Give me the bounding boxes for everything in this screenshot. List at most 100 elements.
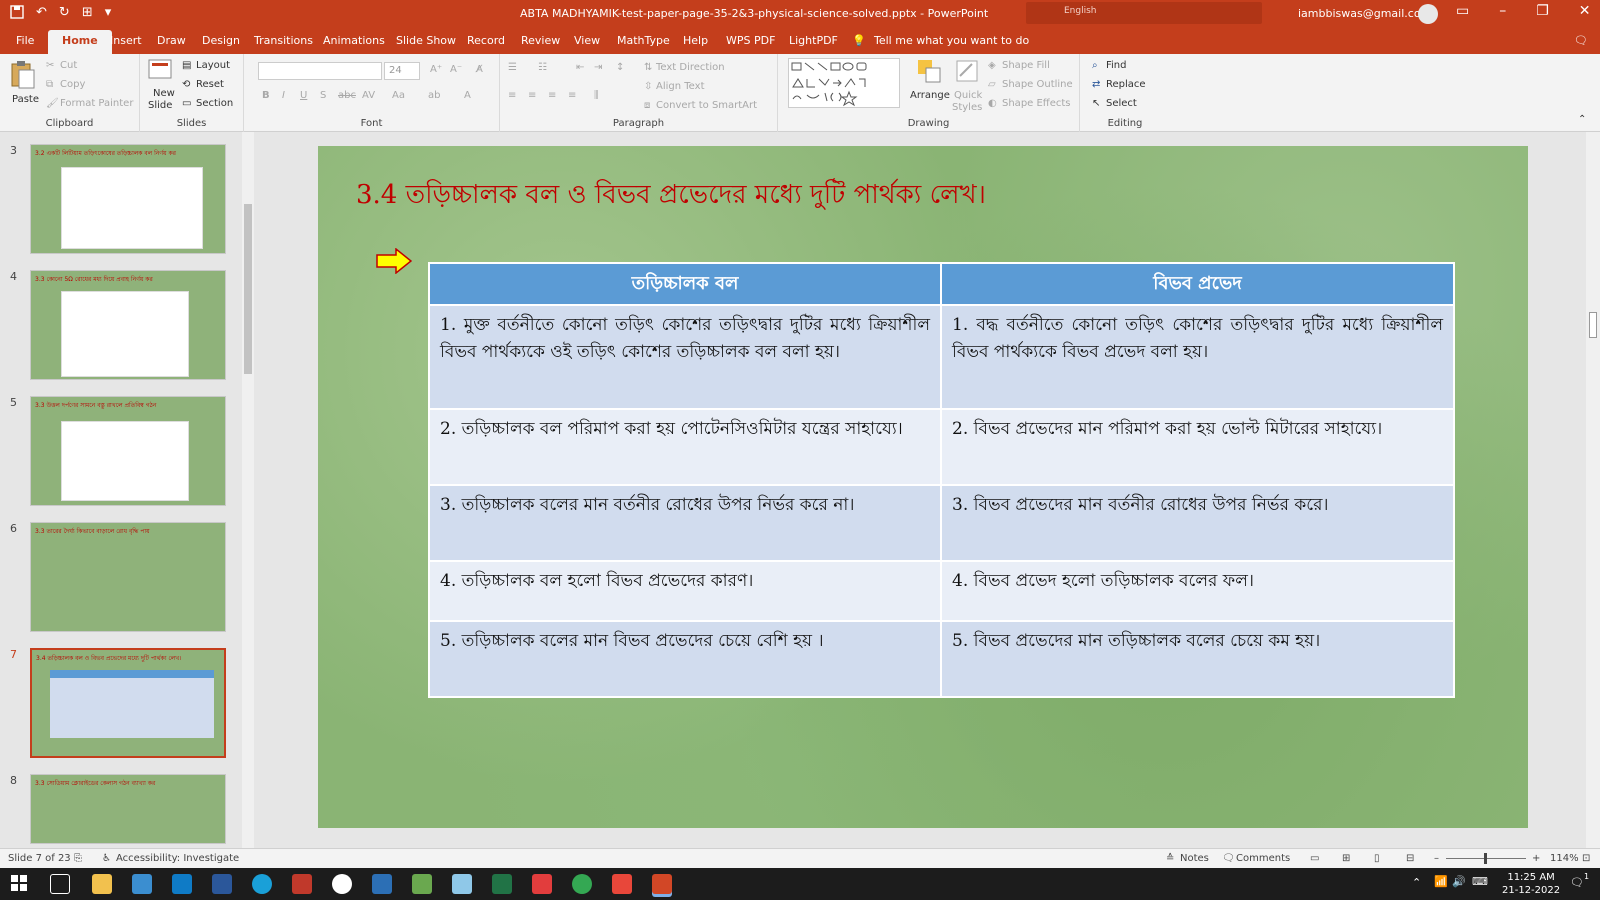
italic-icon[interactable]: I [282, 90, 285, 101]
text-direction-button[interactable]: Text Direction [656, 62, 725, 73]
table-cell[interactable]: 4. বিভব প্রভেদ হলো তড়িচ্চালক বলের ফল। [940, 560, 1455, 622]
shape-effects-icon[interactable]: ◐ [988, 98, 997, 109]
save-icon[interactable] [10, 5, 24, 23]
comments-status-icon[interactable]: 🗨 [1222, 853, 1235, 864]
justify-icon[interactable]: ≡ [568, 90, 576, 101]
redo-icon[interactable]: ↻ [59, 5, 70, 23]
paste-button[interactable]: Paste [12, 94, 39, 105]
header-emf[interactable]: তড়িচ্চালক বল [428, 262, 942, 306]
tab-record[interactable]: Record [467, 34, 505, 47]
header-potential-difference[interactable]: বিভব প্রভেদ [940, 262, 1455, 306]
task-view-icon[interactable] [50, 874, 70, 894]
tell-me-icon[interactable]: 💡 [852, 34, 866, 47]
undo-icon[interactable]: ↶ [36, 5, 47, 23]
comments-icon[interactable]: 🗨 [1574, 34, 1588, 47]
tab-file[interactable]: File [16, 34, 34, 47]
powerpoint-icon[interactable] [652, 874, 672, 894]
tab-home[interactable]: Home [48, 30, 112, 54]
paste-icon[interactable] [10, 60, 36, 89]
find-button[interactable]: Find [1106, 60, 1127, 71]
arrange-button[interactable]: Arrange [910, 90, 950, 101]
slide-sorter-icon[interactable]: ⊞ [1342, 853, 1350, 864]
slide-thumbnail-4[interactable]: 3.3 কোনো 5Ω রোধের মধ্য দিয়ে প্রবাহ নির্… [30, 270, 226, 380]
change-case-icon[interactable]: Aa [392, 90, 405, 101]
layout-button[interactable]: Layout [196, 60, 230, 71]
slide-7[interactable]: 3.4 তড়িচ্চালক বল ও বিভব প্রভেদের মধ্যে … [318, 146, 1528, 828]
shape-fill-button[interactable]: Shape Fill [1002, 60, 1050, 71]
notification-icon[interactable]: 🗨 [1570, 876, 1584, 889]
zoom-in-icon[interactable]: + [1532, 853, 1540, 864]
app-icon[interactable] [532, 874, 552, 894]
app-icon[interactable] [452, 874, 472, 894]
calculator-icon[interactable] [492, 874, 512, 894]
minimize-icon[interactable]: – [1499, 3, 1506, 19]
bullets-icon[interactable]: ☰ [508, 62, 517, 73]
convert-smartart-button[interactable]: Convert to SmartArt [656, 100, 757, 111]
tab-mathtype[interactable]: MathType [617, 34, 670, 47]
underline-icon[interactable]: U [300, 90, 307, 101]
format-painter-icon[interactable]: 🖌 [46, 98, 59, 109]
align-text-button[interactable]: Align Text [656, 81, 705, 92]
network-icon[interactable]: 📶 [1434, 875, 1448, 888]
wps-icon[interactable] [612, 874, 632, 894]
accessibility-status[interactable]: Accessibility: Investigate [116, 853, 239, 864]
columns-icon[interactable]: ⫼ [594, 90, 599, 101]
table-cell[interactable]: 3. বিভব প্রভেদের মান বর্তনীর রোধের উপর ন… [940, 484, 1455, 562]
align-center-icon[interactable]: ≡ [528, 90, 536, 101]
tab-lightpdf[interactable]: LightPDF [789, 34, 838, 47]
slide-thumbnail-8[interactable]: 3.3 সোডিয়াম ক্লোরাইডের কেলাস গঠন ব্যাখ্… [30, 774, 226, 844]
chrome-profile-icon[interactable] [572, 874, 592, 894]
system-clock[interactable]: 11:25 AM 21-12-2022 [1502, 871, 1560, 897]
new-slide-label-1[interactable]: New [153, 88, 175, 99]
font-size-input[interactable]: 24 [384, 62, 420, 80]
tab-slide-show[interactable]: Slide Show [396, 34, 456, 47]
table-cell[interactable]: 1. মুক্ত বর্তনীতে কোনো তড়িৎ কোশের তড়িৎ… [428, 304, 942, 410]
tab-design[interactable]: Design [202, 34, 240, 47]
smartart-icon[interactable]: ⧈ [644, 100, 650, 111]
slide-thumbnail-5[interactable]: 3.3 উত্তল দর্পণের সামনে বস্তু রাখলে প্রত… [30, 396, 226, 506]
grow-font-icon[interactable]: A⁺ [430, 64, 442, 75]
slide-thumbnail-7[interactable]: 3.4 তড়িচ্চালক বল ও বিভব প্রভেদের মধ্যে … [30, 648, 226, 758]
spellcheck-icon[interactable]: ⎘ [74, 853, 82, 864]
select-button[interactable]: Select [1106, 98, 1137, 109]
touch-mode-icon[interactable]: ⊞ [82, 5, 93, 23]
replace-button[interactable]: Replace [1106, 79, 1146, 90]
restore-icon[interactable]: ❐ [1536, 3, 1549, 19]
normal-view-icon[interactable]: ▭ [1310, 853, 1319, 864]
align-right-icon[interactable]: ≡ [548, 90, 556, 101]
shape-effects-button[interactable]: Shape Effects [1002, 98, 1070, 109]
format-painter-button[interactable]: Format Painter [60, 98, 133, 109]
tab-transitions[interactable]: Transitions [254, 34, 313, 47]
zoom-level[interactable]: 114% [1550, 853, 1579, 864]
close-icon[interactable]: ✕ [1579, 3, 1591, 19]
word-icon[interactable] [212, 874, 232, 894]
tab-view[interactable]: View [574, 34, 600, 47]
strikethrough-icon[interactable]: abc [338, 90, 356, 101]
table-cell[interactable]: 2. তড়িচ্চালক বল পরিমাপ করা হয় পোটেনসিও… [428, 408, 942, 486]
notes-icon[interactable]: ≙ [1166, 853, 1174, 864]
thumbnail-scroll-thumb[interactable] [244, 204, 252, 374]
find-icon[interactable]: ⌕ [1092, 60, 1098, 71]
account-email[interactable]: iambbiswas@gmail.com [1298, 7, 1431, 20]
zoom-slider[interactable] [1446, 853, 1526, 864]
tab-draw[interactable]: Draw [157, 34, 186, 47]
ime-icon[interactable]: ⌨ [1472, 875, 1488, 888]
char-spacing-icon[interactable]: AV [362, 90, 375, 101]
align-text-icon[interactable]: ⇳ [644, 81, 652, 92]
zoom-slider-knob[interactable] [1484, 853, 1487, 864]
comments-button[interactable]: Comments [1236, 853, 1290, 864]
slide-thumbnail-6[interactable]: 3.3 তারের দৈর্ঘ্য কিভাবে বাড়ালে রোধ বৃদ… [30, 522, 226, 632]
comparison-table[interactable]: তড়িচ্চালক বল বিভব প্রভেদ 1. মুক্ত বর্তন… [428, 262, 1455, 698]
shrink-font-icon[interactable]: A⁻ [450, 64, 462, 75]
canvas-scrollbar[interactable] [1586, 132, 1600, 848]
canvas-scroll-thumb[interactable] [1589, 312, 1597, 338]
table-cell[interactable]: 4. তড়িচ্চালক বল হলো বিভব প্রভেদের কারণ। [428, 560, 942, 622]
windows-start-icon[interactable] [10, 874, 30, 894]
fit-slide-icon[interactable]: ⊡ [1582, 853, 1590, 864]
app-icon[interactable] [172, 874, 192, 894]
cut-icon[interactable]: ✂ [46, 60, 54, 71]
volume-icon[interactable]: 🔊 [1452, 875, 1466, 888]
arrange-icon[interactable] [916, 58, 942, 84]
ribbon-display-icon[interactable]: ▭ [1456, 3, 1469, 19]
text-direction-icon[interactable]: ⇅ [644, 62, 652, 73]
